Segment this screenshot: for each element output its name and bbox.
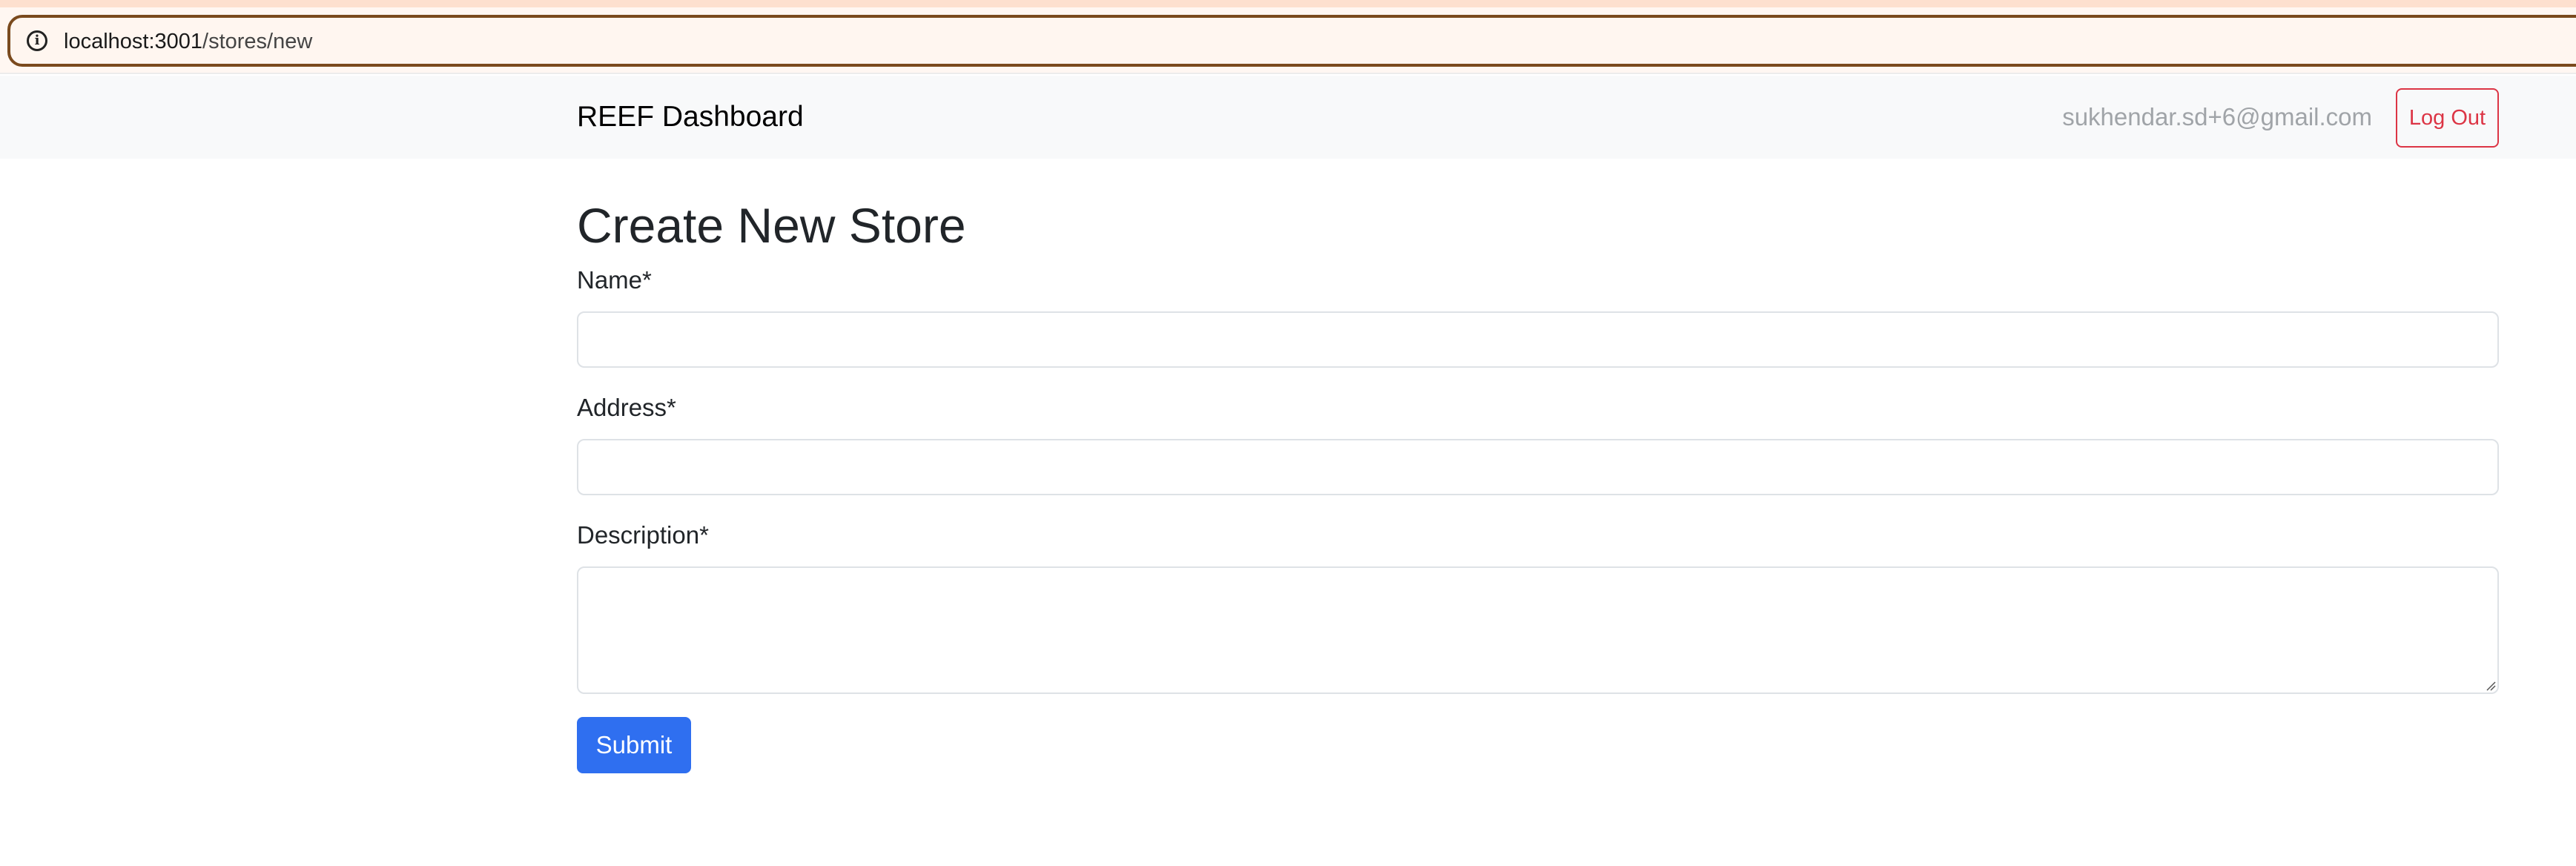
navbar: REEF Dashboard sukhendar.sd+6@gmail.com … [0,76,2576,159]
resize-grip-icon[interactable] [2484,679,2496,691]
description-textarea[interactable] [577,566,2499,694]
browser-tab-strip [0,0,2576,7]
submit-button[interactable]: Submit [577,717,691,773]
description-wrapper [577,566,2499,694]
name-label: Name* [577,266,652,294]
navbar-brand[interactable]: REEF Dashboard [577,98,804,136]
url-path: /stores/new [202,30,313,53]
info-circle-icon[interactable]: i [27,30,47,51]
name-input[interactable] [577,311,2499,368]
page: i localhost:3001/stores/new REEF Dashboa… [0,0,2576,866]
page-title: Create New Store [577,198,966,253]
logout-button[interactable]: Log Out [2396,88,2499,148]
address-bar[interactable]: i localhost:3001/stores/new [7,15,2576,67]
user-email: sukhendar.sd+6@gmail.com [2062,103,2372,130]
url-text[interactable]: localhost:3001/stores/new [64,27,312,56]
description-label: Description* [577,521,709,549]
address-label: Address* [577,394,676,421]
address-input[interactable] [577,439,2499,495]
url-host: localhost:3001 [64,30,203,53]
browser-toolbar: i localhost:3001/stores/new [0,0,2576,74]
